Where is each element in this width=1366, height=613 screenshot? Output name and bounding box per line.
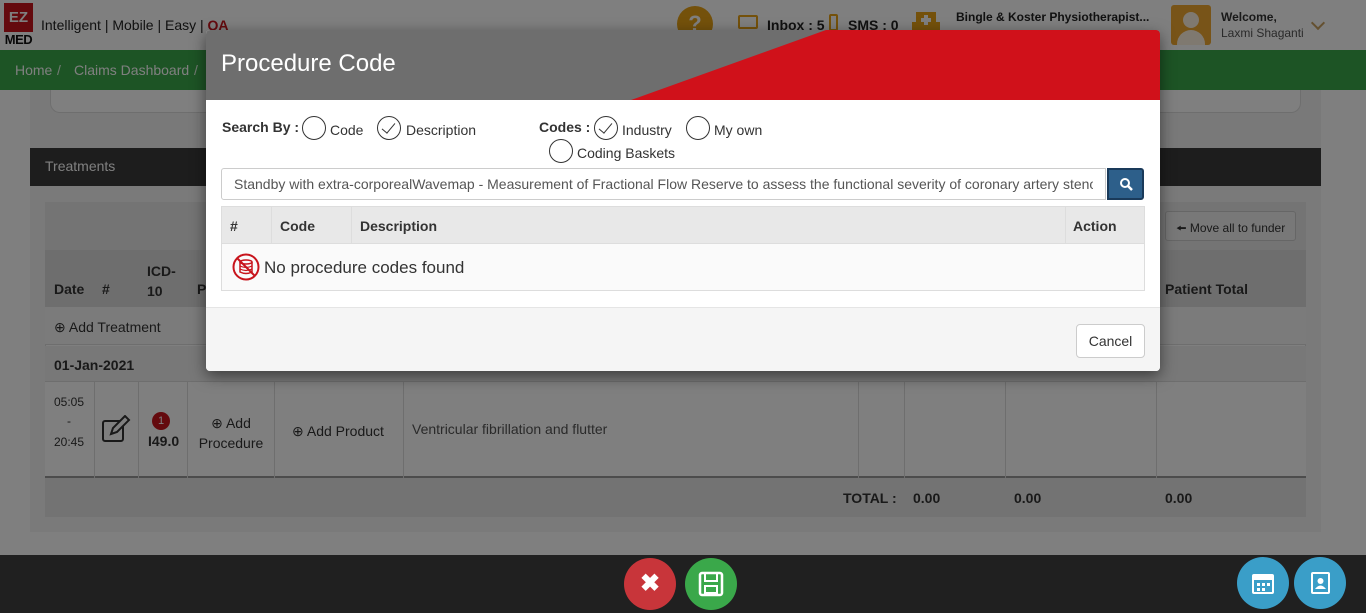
save-button[interactable] bbox=[685, 558, 737, 610]
results-col-description: Description bbox=[360, 218, 438, 234]
search-by-code-label[interactable]: Code bbox=[330, 122, 363, 138]
contacts-button[interactable] bbox=[1294, 557, 1346, 609]
floppy-disk-icon bbox=[698, 571, 724, 597]
modal-header: Procedure Code bbox=[206, 30, 1160, 100]
calendar-icon bbox=[1252, 574, 1274, 594]
cancel-button[interactable]: Cancel bbox=[1076, 324, 1145, 358]
column-divider bbox=[1065, 207, 1066, 245]
address-book-icon bbox=[1311, 572, 1330, 594]
search-by-description-label[interactable]: Description bbox=[406, 122, 476, 138]
search-button[interactable] bbox=[1107, 168, 1144, 200]
procedure-search-input[interactable] bbox=[221, 168, 1106, 200]
codes-my-own-label[interactable]: My own bbox=[714, 122, 762, 138]
codes-my-own-radio[interactable] bbox=[686, 116, 710, 140]
calendar-button[interactable] bbox=[1237, 557, 1289, 609]
codes-coding-baskets-label[interactable]: Coding Baskets bbox=[577, 145, 675, 161]
search-by-label: Search By : bbox=[222, 119, 300, 135]
codes-industry-label[interactable]: Industry bbox=[622, 122, 672, 138]
results-empty-state: No procedure codes found bbox=[221, 244, 1145, 291]
codes-coding-baskets-radio[interactable] bbox=[549, 139, 573, 163]
column-divider bbox=[271, 207, 272, 245]
no-results-icon bbox=[232, 253, 260, 281]
results-table-header: # Code Description Action bbox=[221, 206, 1145, 245]
results-col-action: Action bbox=[1073, 218, 1117, 234]
procedure-code-modal: Procedure Code Search By : Code Descript… bbox=[206, 30, 1160, 371]
search-icon bbox=[1120, 178, 1133, 191]
codes-industry-radio[interactable] bbox=[594, 116, 618, 140]
results-col-code: Code bbox=[280, 218, 315, 234]
search-by-code-radio[interactable] bbox=[302, 116, 326, 140]
column-divider bbox=[351, 207, 352, 245]
codes-label: Codes : bbox=[539, 119, 591, 135]
close-icon: ✖ bbox=[639, 570, 661, 597]
empty-message: No procedure codes found bbox=[264, 258, 465, 277]
modal-title: Procedure Code bbox=[221, 50, 396, 77]
search-by-description-radio[interactable] bbox=[377, 116, 401, 140]
results-col-number: # bbox=[230, 218, 238, 234]
discard-button[interactable]: ✖ bbox=[624, 558, 676, 610]
bottom-action-bar bbox=[0, 555, 1366, 613]
modal-footer: Cancel bbox=[206, 307, 1160, 371]
